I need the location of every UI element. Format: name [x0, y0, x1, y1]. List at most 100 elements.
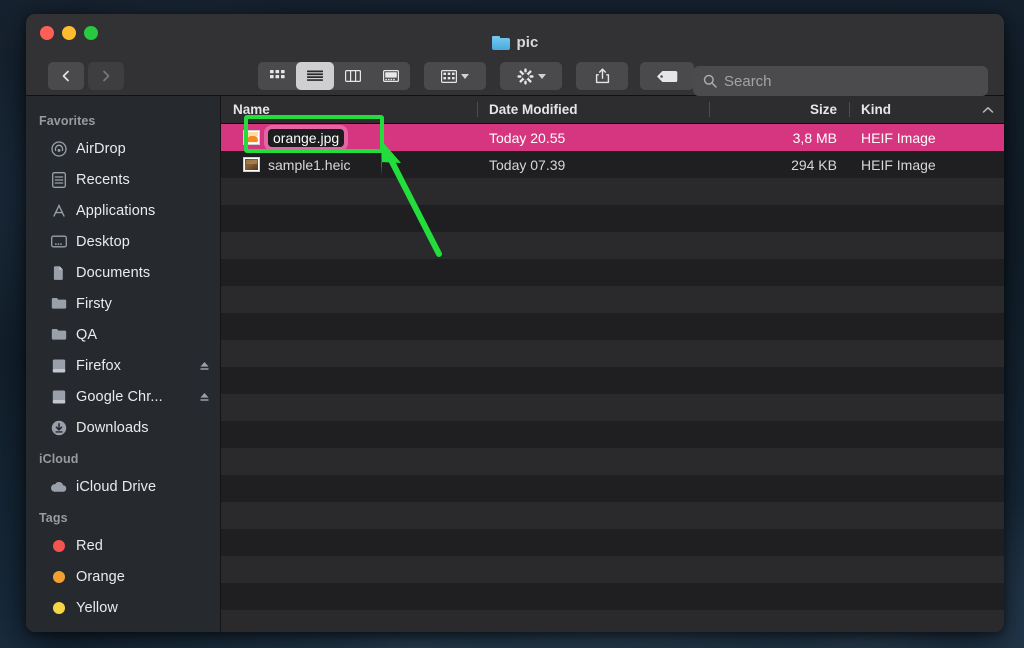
search-placeholder: Search — [724, 72, 772, 90]
sidebar-item-label: QA — [76, 326, 98, 343]
sidebar-item-label: Yellow — [76, 599, 118, 616]
column-header-label: Date Modified — [489, 102, 578, 117]
window-toolbar: pic Search — [26, 14, 1004, 96]
cell-size: 294 KB — [791, 156, 837, 173]
sidebar-item-label: Downloads — [76, 419, 149, 436]
sidebar-item-label: Applications — [76, 202, 156, 219]
rename-input[interactable]: orange.jpg — [268, 128, 345, 147]
finder-window: pic Search Favorites AirDrop Recents App… — [26, 14, 1004, 632]
back-button[interactable] — [48, 62, 84, 90]
sidebar: Favorites AirDrop Recents Applications D… — [26, 96, 221, 632]
empty-row — [221, 610, 1004, 632]
gallery-icon — [383, 70, 399, 82]
documents-icon — [50, 264, 67, 281]
disk-icon — [50, 357, 67, 374]
empty-row — [221, 448, 1004, 475]
tag-dot-icon — [50, 537, 67, 554]
empty-row — [221, 259, 1004, 286]
empty-row — [221, 340, 1004, 367]
sidebar-item-label: Firsty — [76, 295, 113, 312]
sidebar-item-label: iCloud Drive — [76, 478, 157, 495]
column-header-label: Size — [809, 102, 837, 117]
tag-icon — [657, 70, 678, 82]
search-field[interactable]: Search — [693, 66, 988, 96]
empty-row — [221, 367, 1004, 394]
tag-dot-icon — [50, 599, 67, 616]
empty-row — [221, 475, 1004, 502]
sidebar-item-google-chrome[interactable]: Google Chr... — [26, 381, 220, 412]
cell-name[interactable]: sample1.heic — [221, 151, 477, 178]
table-row[interactable]: sample1.heic Today 07.39 294 KB HEIF Ima… — [221, 151, 1004, 178]
window-title-text: pic — [516, 34, 539, 51]
column-header-size[interactable]: Size — [709, 96, 849, 123]
gallery-view-button[interactable] — [372, 62, 410, 90]
chevron-down-icon — [461, 73, 469, 79]
icon-view-button[interactable] — [258, 62, 296, 90]
group-by-button[interactable] — [424, 62, 486, 90]
desktop-icon — [50, 233, 67, 250]
sidebar-section-header-icloud: iCloud — [39, 452, 79, 466]
chevron-down-icon — [537, 73, 546, 79]
cell-kind: HEIF Image — [861, 129, 936, 146]
eject-icon[interactable] — [199, 391, 210, 402]
empty-row — [221, 205, 1004, 232]
empty-row — [221, 313, 1004, 340]
sidebar-item-recents[interactable]: Recents — [26, 164, 220, 195]
disk-icon — [50, 388, 67, 405]
column-header-date-modified[interactable]: Date Modified — [477, 96, 709, 123]
tags-button[interactable] — [640, 62, 694, 90]
share-icon — [595, 68, 609, 84]
grid-icon — [269, 70, 285, 79]
cell-kind: HEIF Image — [861, 156, 936, 173]
column-headers: Name Date Modified Size Kind — [221, 96, 1004, 124]
search-icon — [703, 74, 717, 88]
sidebar-item-qa[interactable]: QA — [26, 319, 220, 350]
sidebar-item-documents[interactable]: Documents — [26, 257, 220, 288]
cloud-icon — [50, 478, 67, 495]
column-header-kind[interactable]: Kind — [849, 96, 1004, 123]
column-view-button[interactable] — [334, 62, 372, 90]
action-menu-button[interactable] — [500, 62, 562, 90]
cell-name[interactable]: orange.jpg — [221, 124, 477, 151]
navigation-buttons — [48, 62, 124, 90]
sidebar-item-label: Documents — [76, 264, 151, 281]
table-row[interactable]: orange.jpg Today 20.55 3,8 MB HEIF Image — [221, 124, 1004, 151]
list-view-button[interactable] — [296, 62, 334, 90]
forward-button[interactable] — [88, 62, 124, 90]
sidebar-item-firefox[interactable]: Firefox — [26, 350, 220, 381]
eject-icon[interactable] — [199, 360, 210, 371]
view-mode-segmented-control — [258, 62, 410, 90]
sidebar-item-airdrop[interactable]: AirDrop — [26, 133, 220, 164]
recents-icon — [50, 171, 67, 188]
column-header-label: Name — [233, 102, 270, 117]
image-thumbnail-orange-icon — [243, 130, 260, 145]
columns-icon — [345, 70, 361, 82]
sidebar-item-icloud-drive[interactable]: iCloud Drive — [26, 471, 220, 502]
sidebar-item-downloads[interactable]: Downloads — [26, 412, 220, 443]
sidebar-item-label: Desktop — [76, 233, 130, 250]
share-button[interactable] — [576, 62, 628, 90]
sidebar-item-applications[interactable]: Applications — [26, 195, 220, 226]
sidebar-item-tag-yellow[interactable]: Yellow — [26, 592, 220, 623]
folder-icon — [50, 326, 67, 343]
tag-dot-icon — [50, 568, 67, 585]
empty-row — [221, 556, 1004, 583]
rename-field[interactable]: orange.jpg — [268, 128, 345, 147]
column-header-name[interactable]: Name — [221, 96, 477, 123]
folder-icon — [50, 295, 67, 312]
file-rows: orange.jpg Today 20.55 3,8 MB HEIF Image… — [221, 124, 1004, 632]
cell-size: 3,8 MB — [792, 129, 837, 146]
sidebar-item-tag-orange[interactable]: Orange — [26, 561, 220, 592]
empty-row — [221, 529, 1004, 556]
sidebar-item-label: Red — [76, 537, 103, 554]
chevron-left-icon — [62, 70, 69, 82]
sidebar-item-firsty[interactable]: Firsty — [26, 288, 220, 319]
image-thumbnail-heic-icon — [243, 157, 260, 172]
window-title-bar: pic — [26, 34, 1004, 51]
sidebar-item-tag-red[interactable]: Red — [26, 530, 220, 561]
group-icon — [441, 69, 457, 83]
empty-row — [221, 286, 1004, 313]
empty-row — [221, 583, 1004, 610]
sidebar-item-desktop[interactable]: Desktop — [26, 226, 220, 257]
empty-row — [221, 421, 1004, 448]
